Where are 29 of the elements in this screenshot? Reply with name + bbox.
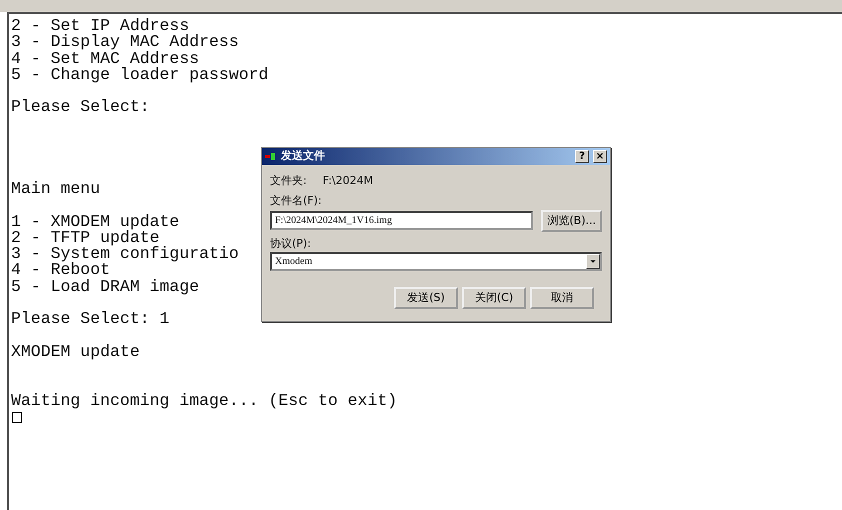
dialog-button[interactable]: 取消: [530, 286, 594, 309]
terminal-line: Main menu: [11, 180, 100, 198]
terminal-line: Please Select: 1: [11, 311, 170, 328]
terminal-line: 4 - Reboot: [11, 262, 110, 279]
terminal-line: 3 - Display MAC Address: [11, 34, 239, 51]
protocol-label: 协议(P):: [270, 236, 312, 252]
terminal-line: XMODEM update: [11, 344, 140, 360]
filename-field[interactable]: F:\2024M\2024M_1V16.img: [270, 211, 534, 230]
folder-path: F:\2024M: [322, 173, 374, 189]
dialog-button[interactable]: 关闭(C): [462, 286, 526, 309]
terminal-line: 2 - Set IP Address: [11, 18, 190, 34]
terminal-line: 2 - TFTP update: [11, 230, 160, 246]
cursor-icon: [12, 412, 22, 424]
terminal-line: 4 - Set MAC Address: [11, 50, 200, 67]
dialog-title: 发送文件: [281, 148, 325, 164]
protocol-dropdown[interactable]: Xmodem: [270, 252, 602, 271]
close-button[interactable]: ×: [593, 150, 607, 163]
terminal-line: 5 - Load DRAM image: [11, 278, 200, 296]
terminal-line: Waiting incoming image... (Esc to exit): [11, 392, 398, 410]
app-icon: [265, 152, 277, 162]
filename-label: 文件名(F):: [270, 193, 323, 210]
browse-button[interactable]: 浏览(B)...: [541, 210, 602, 232]
terminal-line: Please Select:: [11, 99, 150, 116]
terminal-line: 5 - Change loader password: [11, 66, 268, 84]
help-button[interactable]: ?: [575, 150, 589, 163]
terminal-line: 3 - System configuratio: [11, 246, 239, 262]
folder-label: 文件夹:: [270, 173, 307, 189]
terminal-line: 1 - XMODEM update: [11, 214, 180, 230]
dialog-button[interactable]: 发送(S): [394, 286, 458, 309]
